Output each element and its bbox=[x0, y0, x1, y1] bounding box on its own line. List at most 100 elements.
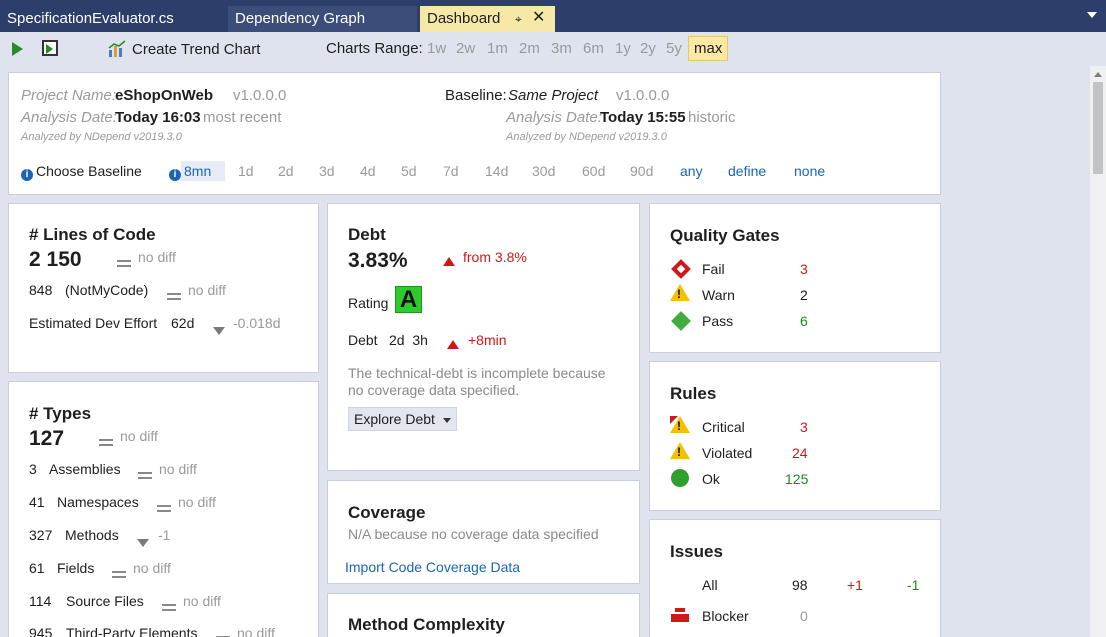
row-value: 3 bbox=[29, 461, 37, 477]
create-trend-chart-button[interactable]: Create Trend Chart bbox=[132, 41, 260, 58]
baseline-option-4d[interactable]: 4d bbox=[360, 163, 376, 179]
tab-dependency-graph[interactable]: Dependency Graph bbox=[228, 6, 418, 32]
analyzed-by: Analyzed by NDepend v2019.3.0 bbox=[21, 131, 182, 143]
analysis-date: Today 16:03 bbox=[115, 109, 201, 126]
explore-debt-dropdown[interactable]: Explore Debt bbox=[348, 407, 457, 431]
analysis-date-note: most recent bbox=[203, 109, 282, 126]
baseline-date-label: Analysis Date: bbox=[506, 109, 602, 126]
row-label: Assemblies bbox=[49, 461, 121, 477]
debt-change: from 3.8% bbox=[463, 249, 527, 265]
baseline-option-30d[interactable]: 30d bbox=[532, 163, 555, 179]
chevron-down-icon bbox=[442, 417, 451, 423]
range-2w[interactable]: 2w bbox=[456, 40, 475, 57]
explore-debt-label: Explore Debt bbox=[354, 411, 435, 427]
baseline-version: v1.0.0.0 bbox=[616, 87, 670, 104]
row-value: 41 bbox=[29, 494, 45, 510]
info-icon: i bbox=[21, 164, 33, 182]
range-1w[interactable]: 1w bbox=[427, 40, 446, 57]
method-complexity-panel: Method Complexity bbox=[327, 593, 640, 637]
trend-chart-icon bbox=[108, 40, 126, 57]
gate-fail-label[interactable]: Fail bbox=[702, 261, 725, 277]
baseline-option-2d[interactable]: 2d bbox=[278, 163, 294, 179]
tab-overflow-icon[interactable] bbox=[1087, 12, 1097, 18]
types-diff: no diff bbox=[120, 428, 158, 444]
issues-blocker-value: 0 bbox=[800, 608, 808, 624]
range-2m[interactable]: 2m bbox=[519, 40, 540, 57]
types-value: 127 bbox=[29, 427, 65, 450]
range-3m[interactable]: 3m bbox=[551, 40, 572, 57]
row-diff: no diff bbox=[133, 560, 171, 576]
close-icon[interactable]: ✕ bbox=[532, 6, 545, 31]
baseline-date: Today 15:55 bbox=[600, 109, 686, 126]
gate-pass-label[interactable]: Pass bbox=[702, 313, 733, 329]
no-diff-icon bbox=[162, 599, 176, 617]
rules-violated-label[interactable]: Violated bbox=[702, 445, 752, 461]
issues-blocker-label[interactable]: Blocker bbox=[702, 608, 749, 624]
no-diff-icon bbox=[138, 467, 152, 485]
pass-icon bbox=[671, 311, 691, 331]
tab-label: SpecificationEvaluator.cs bbox=[7, 10, 174, 27]
range-1m[interactable]: 1m bbox=[487, 40, 508, 57]
gate-warn-value: 2 bbox=[800, 287, 808, 303]
range-5y[interactable]: 5y bbox=[666, 40, 682, 57]
tab-specification-evaluator[interactable]: SpecificationEvaluator.cs bbox=[0, 6, 226, 32]
charts-range-label: Charts Range: bbox=[326, 40, 423, 57]
baseline-link-none[interactable]: none bbox=[794, 163, 825, 179]
range-2y[interactable]: 2y bbox=[640, 40, 656, 57]
project-header-panel: Project Name: eShopOnWeb v1.0.0.0 Analys… bbox=[8, 72, 941, 195]
violated-warning-icon bbox=[670, 442, 690, 459]
baseline-option-5d[interactable]: 5d bbox=[401, 163, 417, 179]
blocker-icon bbox=[671, 608, 689, 622]
baseline-option-8mn[interactable]: 8mn bbox=[181, 161, 226, 181]
dashboard-toolbar: Create Trend Chart Charts Range: 1w 2w 1… bbox=[0, 32, 1106, 66]
issues-panel: Issues All 98 +1 -1 Blocker 0 bbox=[649, 519, 941, 637]
rules-title: Rules bbox=[670, 384, 717, 403]
debt-note-line1: The technical-debt is incomplete because bbox=[348, 365, 606, 381]
project-name-label: Project Name: bbox=[21, 87, 117, 104]
issues-all-value: 98 bbox=[792, 577, 808, 593]
scroll-thumb[interactable] bbox=[1093, 82, 1103, 174]
run-analysis-icon[interactable] bbox=[12, 42, 23, 56]
issues-all-label[interactable]: All bbox=[702, 577, 718, 593]
import-coverage-link[interactable]: Import Code Coverage Data bbox=[345, 559, 520, 575]
tab-dashboard[interactable]: Dashboard ⌖ ✕ bbox=[420, 6, 555, 32]
notmycode-diff: no diff bbox=[188, 282, 226, 298]
analysis-date-label: Analysis Date: bbox=[21, 109, 117, 126]
baseline-option-3d[interactable]: 3d bbox=[319, 163, 335, 179]
rules-critical-label[interactable]: Critical bbox=[702, 419, 745, 435]
row-diff: no diff bbox=[237, 625, 275, 637]
document-tab-bar: SpecificationEvaluator.cs Dependency Gra… bbox=[0, 0, 1106, 32]
debt-amount-label: Debt bbox=[348, 332, 378, 348]
baseline-option-14d[interactable]: 14d bbox=[485, 163, 508, 179]
row-diff: -1 bbox=[158, 527, 171, 543]
baseline-option-1d[interactable]: 1d bbox=[238, 163, 254, 179]
loc-title: # Lines of Code bbox=[29, 225, 156, 244]
export-report-icon[interactable] bbox=[42, 40, 58, 56]
no-diff-icon bbox=[157, 500, 171, 518]
row-diff: no diff bbox=[178, 494, 216, 510]
rating-value: A bbox=[395, 286, 422, 313]
vertical-scrollbar[interactable] bbox=[1090, 66, 1106, 637]
range-max[interactable]: max bbox=[688, 36, 729, 61]
gate-warn-label[interactable]: Warn bbox=[702, 287, 735, 303]
rules-ok-label[interactable]: Ok bbox=[702, 471, 720, 487]
tab-label: Dependency Graph bbox=[235, 10, 366, 27]
critical-flag-icon bbox=[670, 416, 678, 424]
baseline-option-90d[interactable]: 90d bbox=[630, 163, 653, 179]
range-1y[interactable]: 1y bbox=[615, 40, 631, 57]
row-diff: no diff bbox=[159, 461, 197, 477]
row-label: Namespaces bbox=[57, 494, 139, 510]
row-value: 945 bbox=[29, 625, 53, 637]
range-6m[interactable]: 6m bbox=[583, 40, 604, 57]
fail-icon bbox=[671, 259, 691, 279]
baseline-option-60d[interactable]: 60d bbox=[582, 163, 605, 179]
baseline-link-any[interactable]: any bbox=[680, 163, 703, 179]
baseline-analyzed-by: Analyzed by NDepend v2019.3.0 bbox=[506, 131, 667, 143]
baseline-option-7d[interactable]: 7d bbox=[443, 163, 459, 179]
pin-icon[interactable]: ⌖ bbox=[515, 6, 522, 32]
dev-effort-diff: -0.018d bbox=[233, 315, 281, 331]
baseline-link-define[interactable]: define bbox=[728, 163, 766, 179]
scroll-up-icon[interactable] bbox=[1094, 72, 1102, 77]
coverage-note: N/A because no coverage data specified bbox=[348, 526, 599, 542]
notmycode-label: (NotMyCode) bbox=[65, 282, 149, 298]
